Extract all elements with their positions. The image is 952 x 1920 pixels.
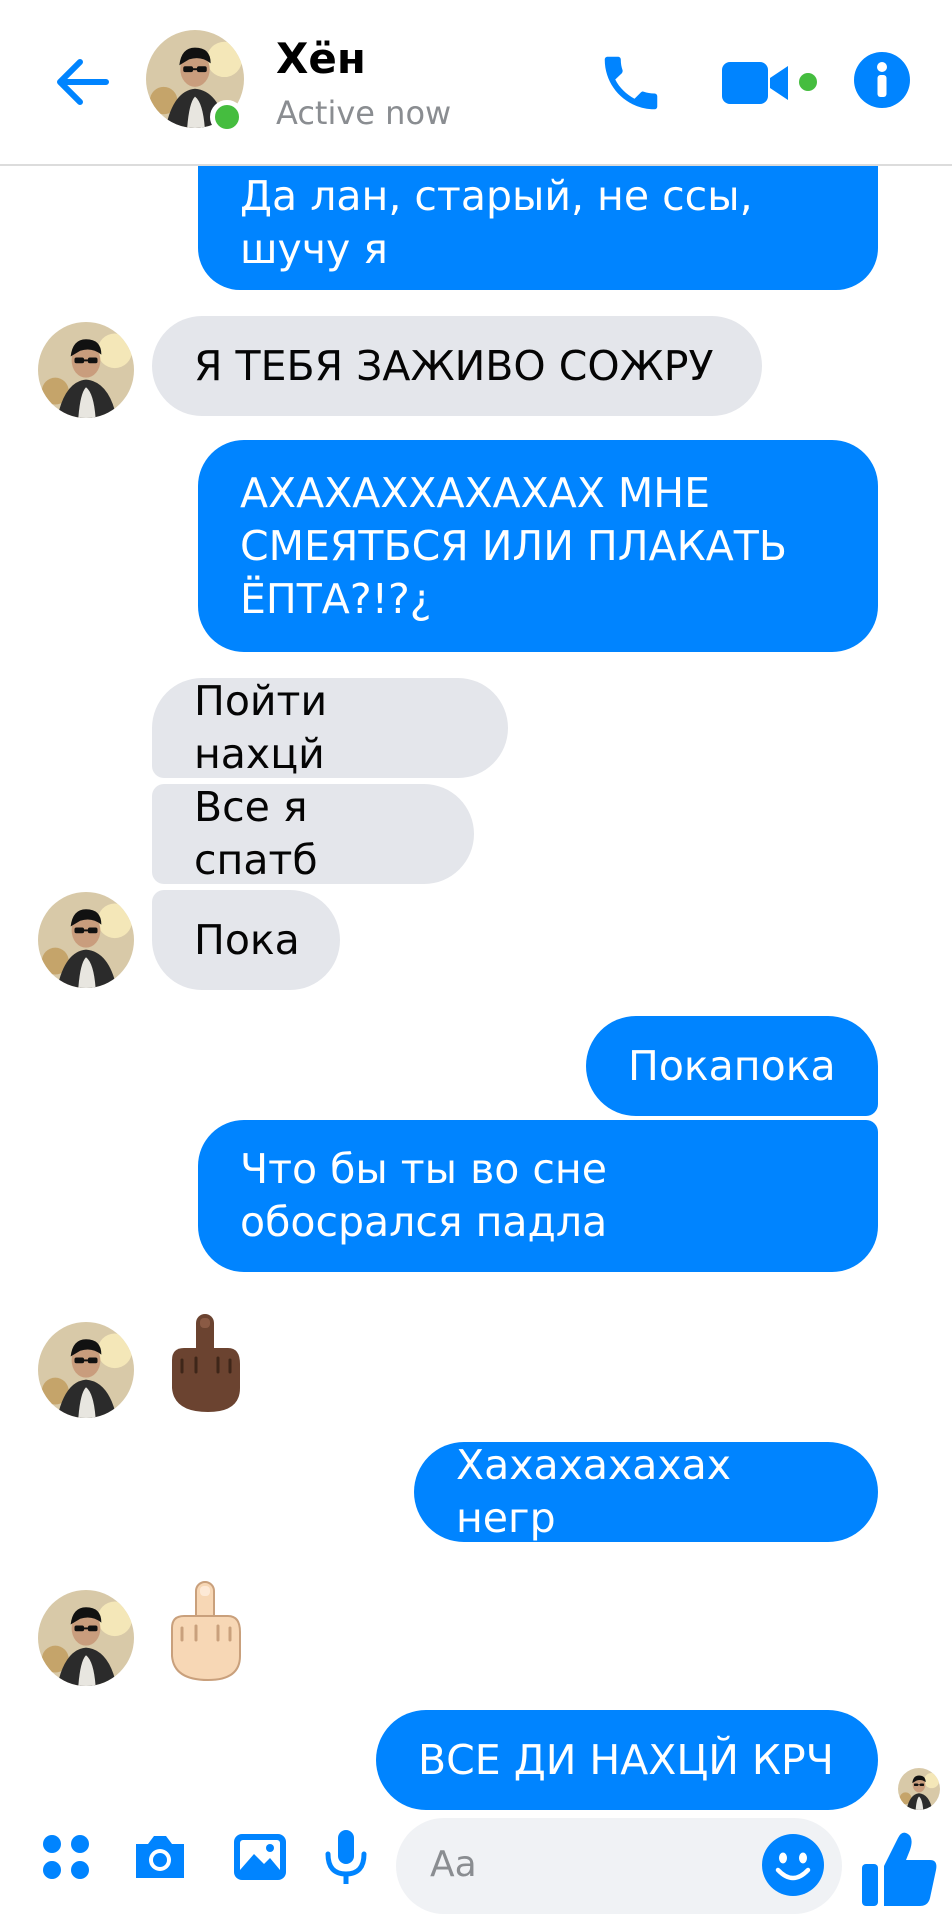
outgoing-message[interactable]: ВСЕ ДИ НАХЦЙ КРЧ [376,1710,878,1810]
sender-avatar[interactable] [38,1322,134,1418]
message-composer: Aa [0,1800,952,1920]
outgoing-message[interactable]: Что бы ты во сне обосрался падла [198,1120,878,1272]
active-status-dot [210,100,244,134]
sender-avatar[interactable] [38,892,134,988]
microphone-icon[interactable] [314,1824,378,1888]
outgoing-message[interactable]: Покапока [586,1016,878,1116]
sender-avatar[interactable] [38,322,134,418]
message-input-placeholder: Aa [430,1844,477,1885]
thumbs-up-icon[interactable] [858,1828,942,1912]
image-icon[interactable] [228,1824,292,1888]
phone-icon[interactable] [596,48,666,118]
middle-finger-dark-skin-emoji[interactable] [160,1308,250,1418]
apps-icon[interactable] [34,1824,98,1888]
incoming-message[interactable]: Я ТЕБЯ ЗАЖИВО СОЖРУ [152,316,762,416]
incoming-message[interactable]: Пойти нахцй [152,677,508,778]
info-icon[interactable] [852,50,912,110]
outgoing-message[interactable]: АХАХАХХАХАХАХ МНЕ СМЕЯТБСЯ ИЛИ ПЛАКАТЬ Ё… [198,440,878,652]
emoji-icon[interactable] [760,1832,826,1898]
contact-status: Active now [276,94,452,132]
incoming-message[interactable]: Пока [152,890,340,990]
camera-icon[interactable] [128,1824,192,1888]
outgoing-message[interactable]: Хахахахахах негр [414,1441,878,1542]
contact-name[interactable]: Хён [276,34,366,83]
video-camera-icon[interactable] [718,56,822,112]
chat-header: Хён Active now [0,0,952,166]
back-arrow-icon[interactable] [50,50,114,114]
incoming-message[interactable]: Все я спатб [152,783,474,884]
middle-finger-light-skin-emoji[interactable] [160,1576,250,1686]
message-input[interactable]: Aa [396,1818,842,1914]
sender-avatar[interactable] [38,1590,134,1686]
